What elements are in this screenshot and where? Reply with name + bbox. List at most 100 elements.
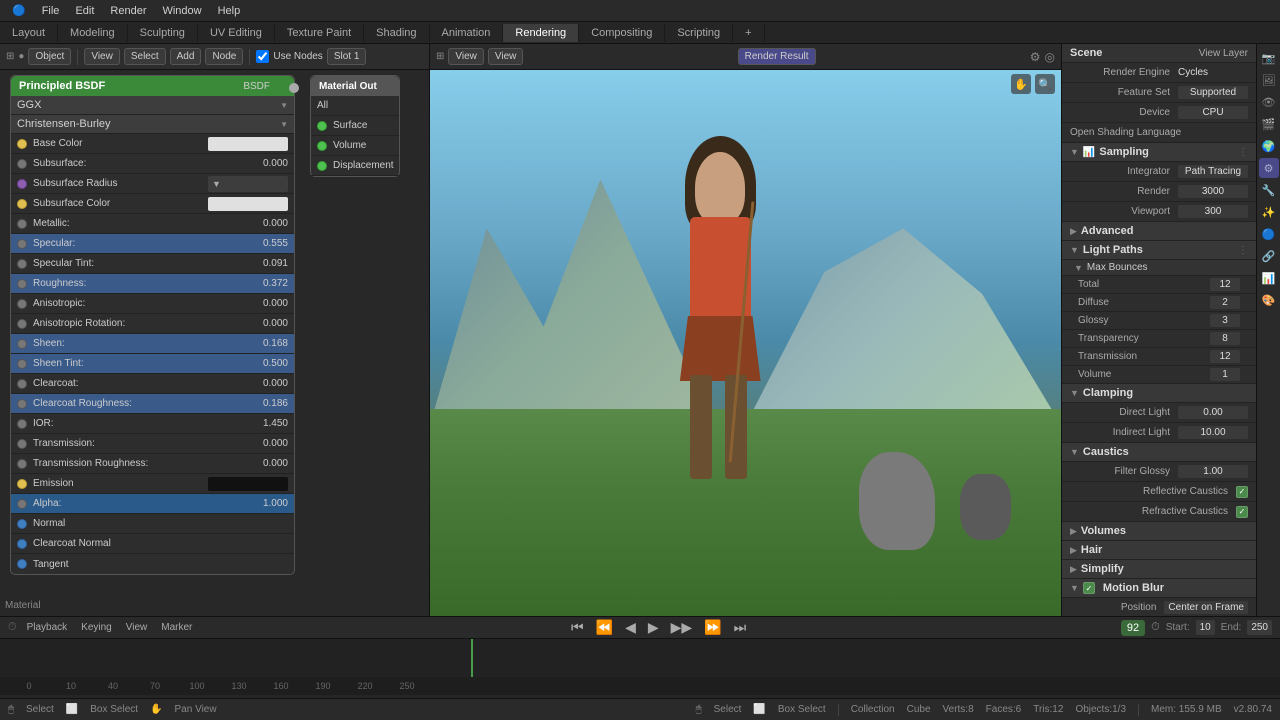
clearcoat-row[interactable]: Clearcoat: 0.000 <box>11 374 294 394</box>
camera-icon-btn[interactable]: 📷 <box>1259 48 1279 68</box>
tab-add[interactable]: + <box>733 24 764 42</box>
ior-socket[interactable] <box>17 419 27 429</box>
bounce-glossy-value[interactable]: 3 <box>1210 314 1240 327</box>
clamping-section[interactable]: ▼ Clamping <box>1062 384 1256 403</box>
select-btn[interactable]: Select <box>124 48 166 65</box>
render-samples-value[interactable]: 3000 <box>1178 185 1248 198</box>
object-props-icon-btn[interactable]: ⚙ <box>1259 158 1279 178</box>
help-menu[interactable]: Help <box>210 3 249 19</box>
refractive-caustics-row[interactable]: Refractive Caustics ✓ <box>1062 502 1256 522</box>
displacement-input-socket[interactable] <box>317 161 327 171</box>
timeline-playhead[interactable] <box>471 639 473 677</box>
view-btn[interactable]: View <box>84 48 120 65</box>
marker-btn[interactable]: Marker <box>157 622 196 633</box>
bounce-transmission-value[interactable]: 12 <box>1210 350 1240 363</box>
edit-menu[interactable]: Edit <box>67 3 102 19</box>
surface-input-socket[interactable] <box>317 121 327 131</box>
prev-frame-btn[interactable]: ⏪ <box>593 619 616 636</box>
tab-modeling[interactable]: Modeling <box>58 24 128 42</box>
metallic-socket[interactable] <box>17 219 27 229</box>
tab-layout[interactable]: Layout <box>0 24 58 42</box>
modifier-icon-btn[interactable]: 🔧 <box>1259 180 1279 200</box>
next-keyframe-btn[interactable]: ▶▶ <box>668 619 696 636</box>
caustics-section[interactable]: ▼ Caustics <box>1062 443 1256 462</box>
emission-socket[interactable] <box>17 479 27 489</box>
blender-menu[interactable]: 🔵 <box>4 2 34 19</box>
matout-surface-row[interactable]: Surface <box>311 116 399 136</box>
subsurface-socket[interactable] <box>17 159 27 169</box>
view-icon-btn[interactable]: 👁 <box>1259 92 1279 112</box>
anisotropic-row[interactable]: Anisotropic: 0.000 <box>11 294 294 314</box>
window-menu[interactable]: Window <box>154 3 209 19</box>
render-settings-icon[interactable]: ⚙ <box>1030 50 1041 64</box>
render-icon-btn[interactable]: 🖼 <box>1259 70 1279 90</box>
clearcoat-normal-socket[interactable] <box>17 539 27 549</box>
indirect-light-value[interactable]: 10.00 <box>1178 426 1248 439</box>
scene-icon-btn[interactable]: 🎬 <box>1259 114 1279 134</box>
filter-glossy-value[interactable]: 1.00 <box>1178 465 1248 478</box>
light-paths-section[interactable]: ▼ Light Paths ⋮ <box>1062 241 1256 260</box>
anisotropic-socket[interactable] <box>17 299 27 309</box>
direct-light-value[interactable]: 0.00 <box>1178 406 1248 419</box>
jump-start-btn[interactable]: ⏮ <box>568 619 587 636</box>
transmission-row[interactable]: Transmission: 0.000 <box>11 434 294 454</box>
tab-sculpting[interactable]: Sculpting <box>128 24 198 42</box>
specular-socket[interactable] <box>17 239 27 249</box>
subsurface-radius-value[interactable]: ▼ <box>208 176 288 192</box>
view-timeline-btn[interactable]: View <box>122 622 152 633</box>
advanced-section[interactable]: ▶ Advanced <box>1062 222 1256 241</box>
render-view-icon[interactable]: ◎ <box>1045 50 1055 64</box>
matout-displacement-row[interactable]: Displacement <box>311 156 399 176</box>
tangent-row[interactable]: Tangent <box>11 554 294 574</box>
clearcoat-socket[interactable] <box>17 379 27 389</box>
hand-tool-btn[interactable]: ✋ <box>1011 74 1031 94</box>
max-bounces-section[interactable]: ▼ Max Bounces <box>1062 260 1256 276</box>
base-color-socket[interactable] <box>17 139 27 149</box>
prev-keyframe-btn[interactable]: ◀ <box>622 619 639 636</box>
subsurface-color-socket[interactable] <box>17 199 27 209</box>
file-menu[interactable]: File <box>34 3 68 19</box>
clearcoat-roughness-socket[interactable] <box>17 399 27 409</box>
simplify-section[interactable]: ▶ Simplify <box>1062 560 1256 579</box>
alpha-socket[interactable] <box>17 499 27 509</box>
roughness-socket[interactable] <box>17 279 27 289</box>
subsurface-color-value[interactable] <box>208 197 288 211</box>
object-selector[interactable]: Object <box>28 48 71 65</box>
anisotropic-rotation-row[interactable]: Anisotropic Rotation: 0.000 <box>11 314 294 334</box>
node-editor-canvas[interactable]: Principled BSDF BSDF GGX ▼ Christensen-B… <box>0 70 429 616</box>
data-icon-btn[interactable]: 📊 <box>1259 268 1279 288</box>
current-frame-display[interactable]: 92 <box>1121 620 1145 636</box>
constraints-icon-btn[interactable]: 🔗 <box>1259 246 1279 266</box>
physics-icon-btn[interactable]: 🔵 <box>1259 224 1279 244</box>
bsdf-dropdown-christensen[interactable]: Christensen-Burley ▼ <box>11 115 294 134</box>
reflective-caustics-row[interactable]: Reflective Caustics ✓ <box>1062 482 1256 502</box>
render-view-btn[interactable]: View <box>448 48 484 65</box>
render-view2-btn[interactable]: View <box>488 48 524 65</box>
bsdf-output-socket[interactable] <box>289 83 299 93</box>
emission-row[interactable]: Emission <box>11 474 294 494</box>
tab-rendering[interactable]: Rendering <box>503 24 579 42</box>
hair-section[interactable]: ▶ Hair <box>1062 541 1256 560</box>
tab-uv-editing[interactable]: UV Editing <box>198 24 275 42</box>
sheen-tint-row[interactable]: Sheen Tint: 0.500 <box>11 354 294 374</box>
matout-volume-row[interactable]: Volume <box>311 136 399 156</box>
bounce-diffuse-value[interactable]: 2 <box>1210 296 1240 309</box>
sheen-tint-socket[interactable] <box>17 359 27 369</box>
reflective-caustics-checkbox[interactable]: ✓ <box>1236 486 1248 498</box>
feature-set-value[interactable]: Supported <box>1178 86 1248 99</box>
tab-scripting[interactable]: Scripting <box>665 24 733 42</box>
specular-tint-socket[interactable] <box>17 259 27 269</box>
base-color-value[interactable] <box>208 137 288 151</box>
subsurface-radius-socket[interactable] <box>17 179 27 189</box>
open-shading-row[interactable]: Open Shading Language <box>1062 123 1256 143</box>
tab-compositing[interactable]: Compositing <box>579 24 665 42</box>
sampling-section[interactable]: ▼ 📊 Sampling ⋮ <box>1062 143 1256 162</box>
clearcoat-roughness-row[interactable]: Clearcoat Roughness: 0.186 <box>11 394 294 414</box>
normal-socket[interactable] <box>17 519 27 529</box>
bounce-volume-value[interactable]: 1 <box>1210 368 1240 381</box>
volumes-section[interactable]: ▶ Volumes <box>1062 522 1256 541</box>
motion-blur-checkbox[interactable]: ✓ <box>1083 582 1095 594</box>
viewport-samples-value[interactable]: 300 <box>1178 205 1248 218</box>
jump-end-btn[interactable]: ⏭ <box>731 619 750 636</box>
subsurface-color-row[interactable]: Subsurface Color <box>11 194 294 214</box>
